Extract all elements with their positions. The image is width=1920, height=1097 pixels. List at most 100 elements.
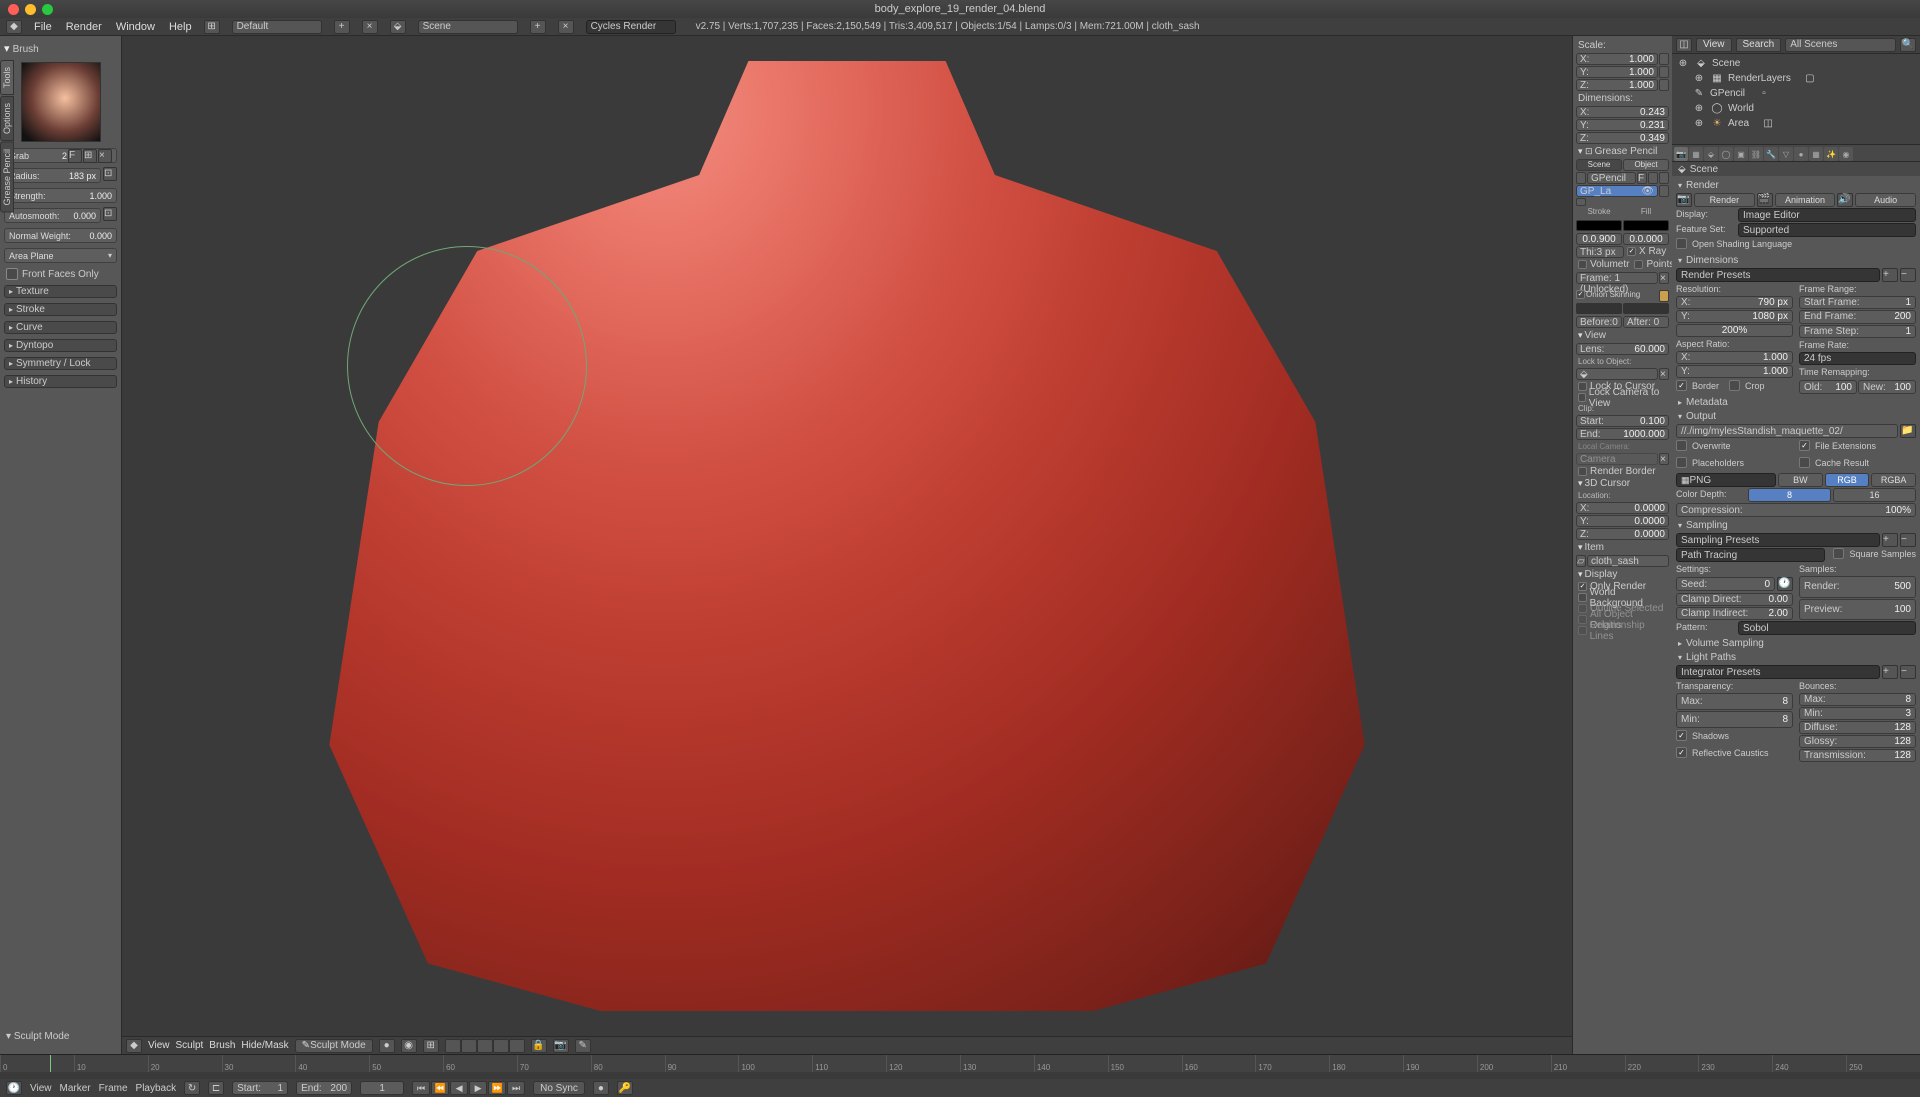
range-icon[interactable]: ⊏: [208, 1081, 224, 1095]
outliner-renderlayers[interactable]: ⊕▦RenderLayers▢: [1672, 71, 1920, 86]
layout-grid-icon[interactable]: ⊞: [204, 20, 220, 34]
audio-icon[interactable]: 🔊: [1837, 193, 1853, 207]
audio-button[interactable]: Audio: [1855, 193, 1916, 207]
view-panel-header[interactable]: ▾ View: [1576, 329, 1669, 342]
gp-layer-active[interactable]: GP_La👁: [1576, 185, 1658, 197]
preview-samples-field[interactable]: Preview:100: [1799, 599, 1916, 621]
res-pct-field[interactable]: 200%: [1676, 324, 1793, 337]
engine-combo[interactable]: Cycles Render: [586, 20, 676, 34]
checkbox-icon[interactable]: [6, 268, 18, 280]
playhead[interactable]: [50, 1055, 51, 1072]
tab-texture-icon[interactable]: ▦: [1809, 147, 1823, 161]
bounces-min-field[interactable]: Min:3: [1799, 707, 1916, 720]
onion-check[interactable]: [1576, 290, 1585, 299]
frame-info-field[interactable]: Frame: 1 (Unlocked): [1576, 272, 1658, 284]
plus-icon[interactable]: +: [1882, 665, 1898, 679]
minimize-window-button[interactable]: [25, 4, 36, 15]
layer-1[interactable]: [445, 1039, 461, 1053]
start-frame-field[interactable]: Start:1: [232, 1081, 288, 1095]
stroke-alpha[interactable]: 0.0.900: [1576, 233, 1622, 245]
old-frames-field[interactable]: Old:100: [1799, 380, 1857, 394]
keyframe-prev-icon[interactable]: ⏪: [431, 1081, 449, 1095]
fake-user-button[interactable]: F: [68, 149, 82, 163]
layer-3[interactable]: [477, 1039, 493, 1053]
clip-end-field[interactable]: End:1000.000: [1576, 428, 1669, 440]
metadata-panel-head[interactable]: ▸Metadata: [1676, 395, 1916, 409]
lock-cam-check[interactable]: [1578, 393, 1586, 402]
normal-weight-field[interactable]: Normal Weight:0.000: [4, 228, 117, 243]
lock-icon[interactable]: [1659, 66, 1669, 78]
fake-user-icon[interactable]: F: [1637, 172, 1647, 184]
clamp-direct-field[interactable]: Clamp Direct:0.00: [1676, 593, 1793, 606]
scene-add-button[interactable]: +: [530, 20, 546, 34]
render-samples-field[interactable]: Render:500: [1799, 576, 1916, 598]
frame-step-field[interactable]: Frame Step:1: [1799, 325, 1916, 338]
display-panel-header[interactable]: ▾ Display: [1576, 568, 1669, 581]
cloth-icon[interactable]: ▱: [1576, 555, 1586, 567]
trans-min-field[interactable]: Min:8: [1676, 711, 1793, 728]
radius-field[interactable]: Radius:183 px: [4, 168, 101, 183]
symmetry-section[interactable]: ▸Symmetry / Lock: [4, 357, 117, 370]
menu-window[interactable]: Window: [116, 21, 155, 33]
light-paths-panel-head[interactable]: ▾Light Paths: [1676, 650, 1916, 664]
autokey-icon[interactable]: ●: [593, 1081, 609, 1095]
layers-icon[interactable]: ⊞: [423, 1039, 439, 1053]
end-frame-field[interactable]: End:200: [296, 1081, 352, 1095]
cache-result-check[interactable]: [1799, 457, 1810, 468]
x-icon[interactable]: ×: [1659, 272, 1669, 284]
brush-name-field[interactable]: Grab2F⊞×: [4, 148, 117, 163]
brush-preview[interactable]: [21, 62, 101, 142]
minus-icon[interactable]: [1576, 198, 1586, 206]
minus-icon[interactable]: −: [1900, 665, 1916, 679]
framerate-combo[interactable]: 24 fps: [1799, 352, 1916, 365]
outliner-filter-combo[interactable]: All Scenes: [1785, 38, 1896, 52]
brush-panel-title[interactable]: ▾ Brush: [4, 40, 117, 57]
outliner-tree[interactable]: ⊕⬙Scene ⊕▦RenderLayers▢ ✎GPencil▫ ⊕◯Worl…: [1672, 54, 1920, 144]
curve-section[interactable]: ▸Curve: [4, 321, 117, 334]
3d-viewport[interactable]: [122, 36, 1572, 1036]
thickness-field[interactable]: Thi:3 px: [1576, 246, 1624, 258]
tl-frame-menu[interactable]: Frame: [99, 1083, 128, 1094]
before-color[interactable]: [1576, 303, 1622, 314]
fill-alpha[interactable]: 0.0.000: [1623, 233, 1669, 245]
clock-icon[interactable]: 🕐: [1777, 577, 1793, 591]
glossy-bounces-field[interactable]: Glossy:128: [1799, 735, 1916, 748]
output-path-field[interactable]: //./img/mylesStandish_maquette_02/: [1676, 424, 1898, 438]
scene-del-button[interactable]: ×: [558, 20, 574, 34]
onion-toggle-icon[interactable]: [1659, 290, 1669, 302]
sampling-method-combo[interactable]: Path Tracing: [1676, 548, 1825, 562]
keyframe-next-icon[interactable]: ⏩: [488, 1081, 506, 1095]
lock-icon[interactable]: [1659, 79, 1669, 91]
blender-icon[interactable]: ◆: [6, 20, 22, 34]
gp-scene-tab[interactable]: Scene: [1576, 159, 1622, 171]
brush-del-button[interactable]: ×: [98, 149, 112, 163]
dim-z-field[interactable]: Z:0.349: [1576, 132, 1669, 144]
render-border-check[interactable]: [1578, 467, 1587, 476]
render-icon[interactable]: 📷: [1676, 193, 1692, 207]
cursor-z-field[interactable]: Z:0.0000: [1576, 528, 1669, 540]
play-reverse-icon[interactable]: ◀: [450, 1081, 468, 1095]
x-icon[interactable]: [1659, 172, 1669, 184]
outliner-editor-icon[interactable]: ◫: [1676, 38, 1692, 52]
tab-tools[interactable]: Tools: [0, 60, 14, 95]
tab-constraints-icon[interactable]: ⛓: [1749, 147, 1763, 161]
dimensions-panel-head[interactable]: ▾Dimensions: [1676, 253, 1916, 267]
anim-icon[interactable]: 🎬: [1757, 193, 1773, 207]
volumetric-check[interactable]: [1578, 260, 1587, 269]
outliner-area[interactable]: ⊕☀Area◫: [1672, 116, 1920, 131]
after-color[interactable]: [1623, 303, 1669, 314]
search-icon[interactable]: 🔍: [1900, 38, 1916, 52]
only-render-check[interactable]: [1578, 582, 1587, 591]
file-extensions-check[interactable]: [1799, 440, 1810, 451]
item-panel-header[interactable]: ▾ Item: [1576, 541, 1669, 554]
layout-add-button[interactable]: +: [334, 20, 350, 34]
autosmooth-field[interactable]: Autosmooth:0.000: [4, 208, 101, 223]
sampling-presets-combo[interactable]: Sampling Presets: [1676, 533, 1880, 547]
x-icon[interactable]: ×: [1659, 453, 1669, 465]
clip-start-field[interactable]: Start:0.100: [1576, 415, 1669, 427]
dyntopo-section[interactable]: ▸Dyntopo: [4, 339, 117, 352]
sampling-panel-head[interactable]: ▾Sampling: [1676, 518, 1916, 532]
output-panel-head[interactable]: ▾Output: [1676, 409, 1916, 423]
tab-grease-pencil[interactable]: Grease Pencil: [0, 142, 14, 213]
before-field[interactable]: Before:0: [1576, 316, 1622, 328]
